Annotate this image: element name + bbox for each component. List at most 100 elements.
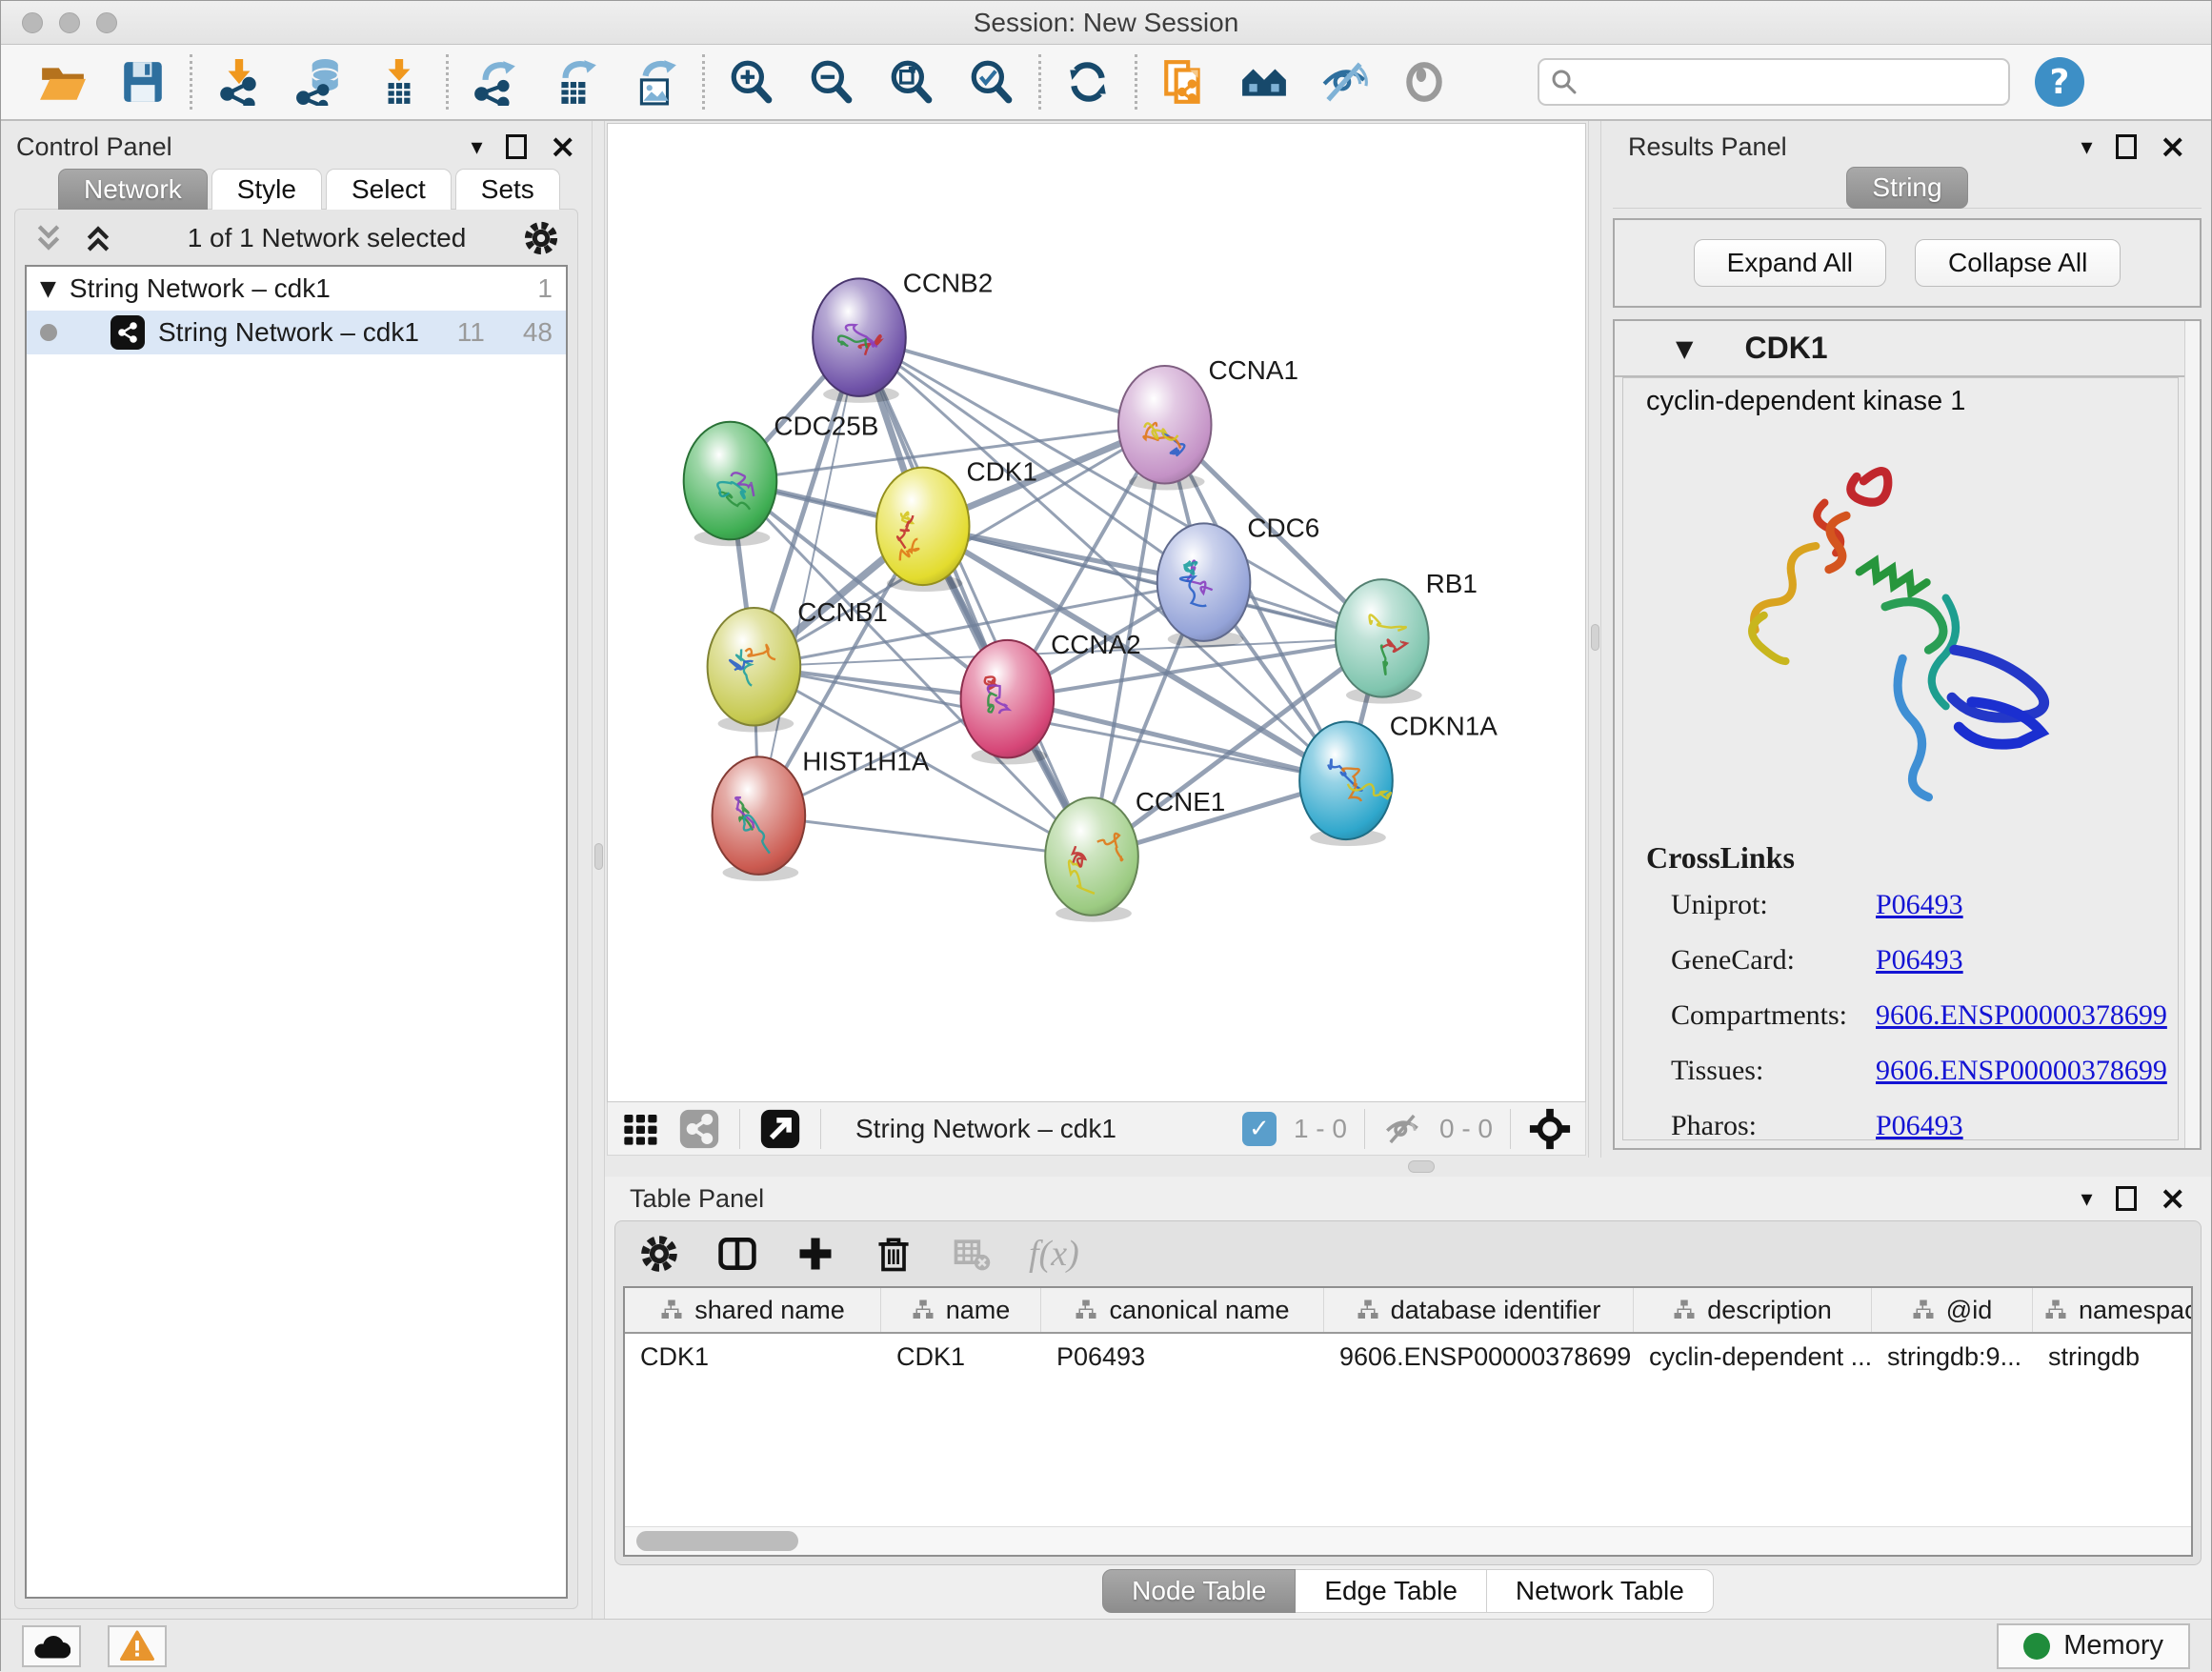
node-body[interactable]: [713, 756, 806, 875]
refresh-button[interactable]: [1062, 56, 1114, 108]
panel-menu-icon[interactable]: ▾: [2081, 133, 2092, 160]
float-panel-icon[interactable]: [2116, 134, 2137, 159]
network-row[interactable]: String Network – cdk1 11 48: [27, 311, 566, 354]
table-horizontal-scrollbar[interactable]: [625, 1526, 2191, 1555]
cell-database-identifier[interactable]: 9606.ENSP00000378699: [1324, 1334, 1634, 1380]
delete-column-trash-icon[interactable]: [873, 1233, 915, 1275]
scrollbar-thumb[interactable]: [636, 1531, 798, 1551]
cell-namespace[interactable]: stringdb: [2033, 1334, 2193, 1380]
network-canvas[interactable]: CCNB2CCNA1CDC25BCDK1CDC6RB1CCNB1CCNA2CDK…: [607, 123, 1586, 1102]
tab-string[interactable]: String: [1846, 167, 1967, 209]
column-header-canonical-name[interactable]: canonical name: [1041, 1288, 1324, 1332]
node-body[interactable]: [1336, 579, 1429, 697]
search-input[interactable]: [1587, 68, 1997, 97]
tab-network-table[interactable]: Network Table: [1487, 1569, 1714, 1613]
hidden-eye-icon[interactable]: [1382, 1109, 1422, 1149]
help-button[interactable]: ?: [2035, 57, 2084, 107]
node-body[interactable]: [1118, 366, 1212, 484]
expand-all-button[interactable]: Expand All: [1694, 239, 1886, 287]
open-in-new-window-icon[interactable]: [759, 1108, 801, 1150]
crosshair-icon[interactable]: [1528, 1107, 1572, 1151]
splitter-handle[interactable]: [1591, 624, 1599, 651]
cell-id[interactable]: stringdb:9...: [1872, 1334, 2033, 1380]
gene-section-header[interactable]: ▼ CDK1: [1615, 321, 2200, 377]
column-header-shared-name[interactable]: shared name: [625, 1288, 881, 1332]
network-node-CCNB2[interactable]: CCNB2: [813, 268, 993, 403]
column-header-description[interactable]: description: [1634, 1288, 1872, 1332]
network-graph[interactable]: CCNB2CCNA1CDC25BCDK1CDC6RB1CCNB1CCNA2CDK…: [608, 124, 1585, 1101]
right-splitter[interactable]: [1588, 121, 1601, 1158]
function-builder-icon[interactable]: f(x): [1029, 1233, 1079, 1275]
panel-menu-icon[interactable]: ▾: [2081, 1185, 2092, 1212]
export-image-button[interactable]: [630, 56, 681, 108]
open-session-button[interactable]: [37, 56, 89, 108]
node-body[interactable]: [1299, 722, 1393, 840]
collection-expand-icon[interactable]: ▼: [40, 277, 56, 301]
crosslink-genecard[interactable]: P06493: [1876, 944, 2178, 977]
network-node-CDC25B[interactable]: CDC25B: [684, 412, 879, 547]
tab-network[interactable]: Network: [58, 169, 208, 210]
tab-node-table[interactable]: Node Table: [1102, 1569, 1296, 1613]
panel-menu-icon[interactable]: ▾: [471, 133, 482, 160]
network-collection-row[interactable]: ▼ String Network – cdk1 1: [27, 267, 566, 311]
close-panel-icon[interactable]: ×: [550, 131, 577, 163]
collapse-all-button[interactable]: Collapse All: [1915, 239, 2121, 287]
table-row[interactable]: CDK1 CDK1 P06493 9606.ENSP00000378699 cy…: [625, 1334, 2193, 1380]
section-collapse-icon[interactable]: ▼: [1676, 335, 1693, 362]
horizontal-splitter[interactable]: [605, 1158, 2211, 1177]
grid-view-icon[interactable]: [621, 1110, 659, 1148]
delete-table-icon[interactable]: [951, 1233, 993, 1275]
float-panel-icon[interactable]: [506, 134, 527, 159]
expand-all-icon[interactable]: [82, 222, 114, 254]
crosslink-tissues[interactable]: 9606.ENSP00000378699: [1876, 1055, 2178, 1087]
node-body[interactable]: [961, 640, 1055, 758]
save-session-button[interactable]: [117, 56, 169, 108]
tab-sets[interactable]: Sets: [455, 169, 560, 210]
tab-edge-table[interactable]: Edge Table: [1296, 1569, 1487, 1613]
import-network-from-database-button[interactable]: [293, 56, 345, 108]
cell-shared-name[interactable]: CDK1: [625, 1334, 881, 1380]
first-neighbors-button[interactable]: [1238, 56, 1290, 108]
crosslink-compartments[interactable]: 9606.ENSP00000378699: [1876, 999, 2178, 1032]
warnings-button[interactable]: [108, 1625, 167, 1667]
crosslink-uniprot[interactable]: P06493: [1876, 889, 2178, 921]
close-panel-icon[interactable]: ×: [2160, 131, 2187, 163]
column-header-namespace[interactable]: namespace: [2033, 1288, 2193, 1332]
node-body[interactable]: [708, 608, 801, 726]
import-table-from-file-button[interactable]: [373, 56, 425, 108]
cloud-status-button[interactable]: [22, 1625, 81, 1667]
hide-selected-button[interactable]: [1318, 56, 1370, 108]
gear-icon[interactable]: [522, 219, 560, 257]
network-node-CDKN1A[interactable]: CDKN1A: [1299, 711, 1498, 846]
network-edge[interactable]: [859, 337, 1092, 856]
window-controls[interactable]: [22, 12, 117, 33]
cell-name[interactable]: CDK1: [881, 1334, 1041, 1380]
zoom-selected-button[interactable]: [966, 56, 1017, 108]
node-body[interactable]: [876, 468, 970, 586]
table-settings-gear-icon[interactable]: [638, 1233, 680, 1275]
zoom-in-button[interactable]: [726, 56, 777, 108]
network-edge[interactable]: [758, 337, 859, 816]
network-node-CCNB1[interactable]: CCNB1: [708, 597, 888, 733]
node-body[interactable]: [813, 278, 906, 396]
close-panel-icon[interactable]: ×: [2160, 1182, 2187, 1215]
import-network-from-file-button[interactable]: [213, 56, 265, 108]
collapse-all-icon[interactable]: [32, 222, 65, 254]
network-edge[interactable]: [758, 816, 1092, 856]
add-column-icon[interactable]: [794, 1233, 836, 1275]
column-header-database-identifier[interactable]: database identifier: [1324, 1288, 1634, 1332]
selected-checkbox-icon[interactable]: ✓: [1242, 1112, 1277, 1146]
show-all-button[interactable]: [1398, 56, 1450, 108]
network-node-HIST1H1A[interactable]: HIST1H1A: [713, 746, 930, 881]
column-header-name[interactable]: name: [881, 1288, 1041, 1332]
node-body[interactable]: [1045, 797, 1138, 916]
zoom-window-button[interactable]: [96, 12, 117, 33]
splitter-handle[interactable]: [594, 843, 603, 870]
cell-canonical-name[interactable]: P06493: [1041, 1334, 1324, 1380]
left-splitter[interactable]: [592, 121, 605, 1619]
results-scrollbar[interactable]: [2184, 321, 2200, 1148]
node-body[interactable]: [684, 422, 777, 540]
memory-button[interactable]: Memory: [1997, 1623, 2190, 1669]
tab-select[interactable]: Select: [326, 169, 452, 210]
column-header-id[interactable]: @id: [1872, 1288, 2033, 1332]
